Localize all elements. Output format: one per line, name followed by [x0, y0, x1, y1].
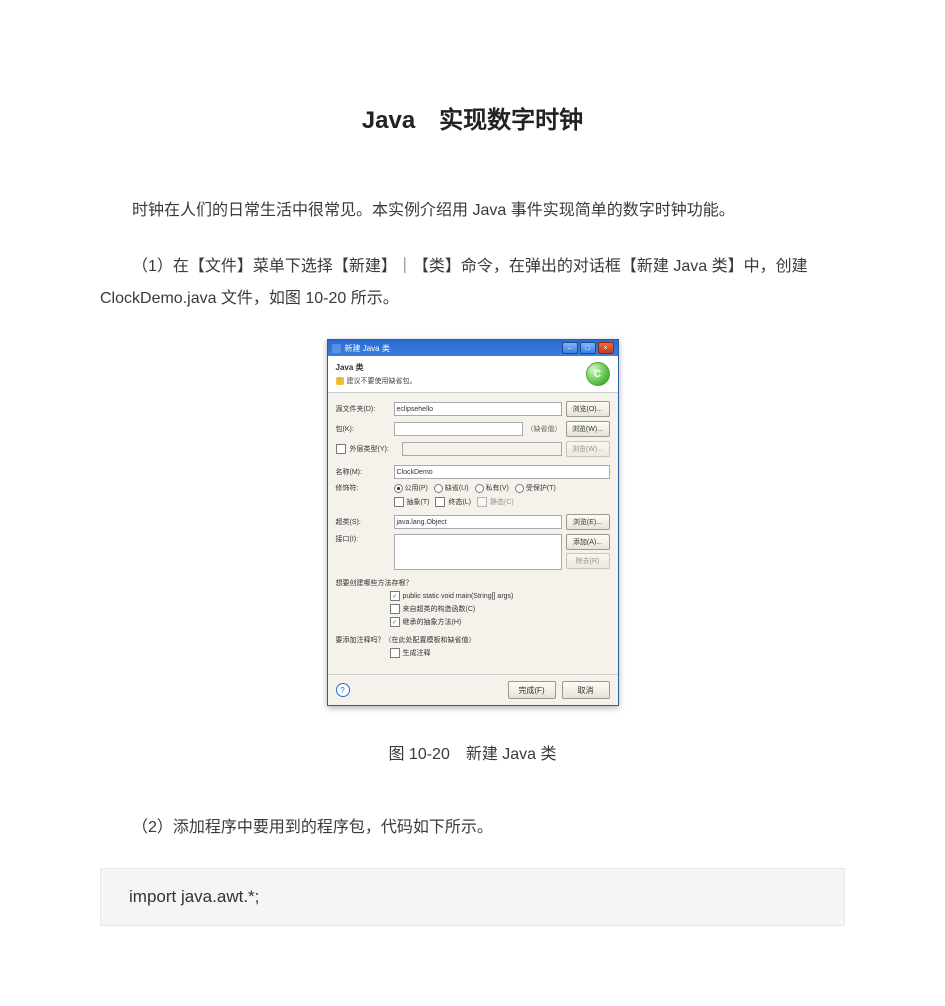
- new-java-class-dialog: 新建 Java 类 – □ × Java 类 ! 建议不要使用缺省包。 C: [327, 339, 619, 706]
- radio-protected-label: 受保护(T): [526, 483, 556, 493]
- package-default-hint: （缺省值）: [527, 424, 562, 434]
- radio-protected[interactable]: [515, 484, 524, 493]
- minimize-button[interactable]: –: [562, 342, 578, 354]
- paragraph-intro: 时钟在人们的日常生活中很常见。本实例介绍用 Java 事件实现简单的数字时钟功能…: [100, 195, 845, 227]
- dialog-titlebar: 新建 Java 类 – □ ×: [328, 340, 618, 356]
- check-comments-label: 生成注释: [403, 648, 431, 658]
- input-interfaces[interactable]: [394, 534, 562, 570]
- check-generate-comments[interactable]: [390, 648, 400, 658]
- cancel-button[interactable]: 取消: [562, 681, 610, 699]
- add-interface-button[interactable]: 添加(A)...: [566, 534, 610, 550]
- page-title: Java 实现数字时钟: [100, 100, 845, 135]
- dialog-body: 源文件夹(D): eclipsehello 浏览(O)... 包(K): （缺省…: [328, 393, 618, 674]
- dialog-footer: ? 完成(F) 取消: [328, 674, 618, 705]
- check-static-label: 静态(C): [490, 497, 514, 507]
- figure-caption: 图 10-20 新建 Java 类: [100, 740, 845, 764]
- dialog-warning-text: 建议不要使用缺省包。: [347, 376, 417, 386]
- input-class-name[interactable]: ClockDemo: [394, 465, 610, 479]
- radio-public[interactable]: [394, 484, 403, 493]
- check-abstract[interactable]: [394, 497, 404, 507]
- radio-public-label: 公用(P): [405, 483, 428, 493]
- help-icon[interactable]: ?: [336, 683, 350, 697]
- label-comments-question: 要添加注释吗？（在此处配置模板和缺省值）: [336, 635, 610, 645]
- check-static: [477, 497, 487, 507]
- check-main-label: public static void main(String[] args): [403, 593, 514, 600]
- check-super-label: 来自超类的构造函数(C): [403, 604, 476, 614]
- browse-enclosing-button: 浏览(W)...: [566, 441, 610, 457]
- class-badge-icon: C: [586, 362, 610, 386]
- radio-private[interactable]: [475, 484, 484, 493]
- window-icon: [332, 344, 341, 353]
- check-final-label: 终态(L): [448, 497, 471, 507]
- check-main[interactable]: ✓: [390, 591, 400, 601]
- enclosing-checkbox[interactable]: [336, 444, 346, 454]
- label-name: 名称(M):: [336, 467, 390, 477]
- label-interfaces: 接口(I):: [336, 534, 390, 544]
- dialog-header: Java 类 ! 建议不要使用缺省包。 C: [328, 356, 618, 393]
- close-button[interactable]: ×: [598, 342, 614, 354]
- label-package: 包(K):: [336, 424, 390, 434]
- code-block: import java.awt.*;: [100, 868, 845, 926]
- input-enclosing: [402, 442, 562, 456]
- label-superclass: 超类(S):: [336, 517, 390, 527]
- check-inherited-label: 继承的抽象方法(H): [403, 617, 462, 627]
- radio-default[interactable]: [434, 484, 443, 493]
- window-title: 新建 Java 类: [345, 343, 390, 354]
- label-source-folder: 源文件夹(D):: [336, 404, 390, 414]
- dialog-header-title: Java 类: [336, 362, 417, 373]
- paragraph-step-1: （1）在【文件】菜单下选择【新建】｜【类】命令，在弹出的对话框【新建 Java …: [100, 251, 845, 315]
- radio-private-label: 私有(V): [486, 483, 509, 493]
- check-inherited-abstract[interactable]: ✓: [390, 617, 400, 627]
- input-package[interactable]: [394, 422, 523, 436]
- remove-interface-button: 除去(R): [566, 553, 610, 569]
- browse-source-button[interactable]: 浏览(O)...: [566, 401, 610, 417]
- check-final[interactable]: [435, 497, 445, 507]
- radio-default-label: 缺省(U): [445, 483, 469, 493]
- check-abstract-label: 抽象(T): [407, 497, 430, 507]
- browse-superclass-button[interactable]: 浏览(E)...: [566, 514, 610, 530]
- input-source-folder[interactable]: eclipsehello: [394, 402, 562, 416]
- warning-icon: !: [336, 377, 344, 385]
- finish-button[interactable]: 完成(F): [508, 681, 556, 699]
- label-enclosing: 外层类型(Y):: [350, 444, 398, 454]
- label-stubs-question: 想要创建哪些方法存根？: [336, 578, 610, 588]
- document-page: Java 实现数字时钟 时钟在人们的日常生活中很常见。本实例介绍用 Java 事…: [0, 0, 945, 1006]
- paragraph-step-2: （2）添加程序中要用到的程序包，代码如下所示。: [100, 812, 845, 844]
- input-superclass[interactable]: java.lang.Object: [394, 515, 562, 529]
- maximize-button[interactable]: □: [580, 342, 596, 354]
- figure-10-20: 新建 Java 类 – □ × Java 类 ! 建议不要使用缺省包。 C: [100, 339, 845, 706]
- browse-package-button[interactable]: 浏览(W)...: [566, 421, 610, 437]
- code-line-1: import java.awt.*;: [129, 887, 259, 906]
- check-super-constructor[interactable]: [390, 604, 400, 614]
- label-modifiers: 修饰符:: [336, 483, 390, 493]
